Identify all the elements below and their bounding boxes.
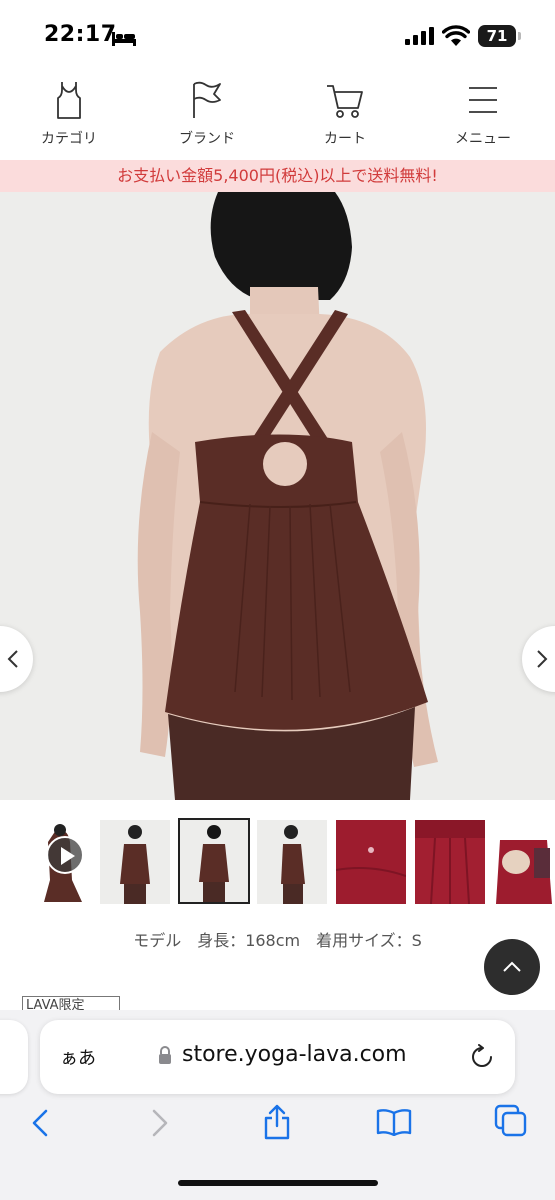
- tabs-icon[interactable]: [494, 1104, 528, 1138]
- flag-icon: [193, 81, 221, 118]
- previous-tab-peek[interactable]: [0, 1020, 28, 1094]
- battery-icon: 71: [478, 25, 516, 47]
- sleep-bed-icon: [112, 32, 136, 46]
- site-header: カテゴリ ブランド カート メニュー: [0, 70, 555, 160]
- page-settings-button[interactable]: ぁあ: [60, 1044, 96, 1070]
- wifi-icon: [442, 25, 470, 46]
- thumbnail-side[interactable]: [257, 820, 327, 904]
- nav-brand[interactable]: ブランド: [152, 80, 262, 148]
- nav-cart-label: カート: [324, 131, 366, 147]
- lock-icon: [159, 1046, 171, 1064]
- thumbnail-detail-padding[interactable]: [492, 820, 555, 904]
- product-image-carousel[interactable]: [0, 192, 555, 800]
- back-icon[interactable]: [30, 1108, 50, 1138]
- address-bar[interactable]: ぁあ store.yoga-lava.com: [40, 1020, 515, 1094]
- play-video-button[interactable]: [46, 836, 84, 874]
- signal-icon: [405, 27, 434, 45]
- chevron-left-icon: [7, 650, 18, 668]
- forward-icon[interactable]: [150, 1108, 170, 1138]
- hamburger-menu-icon: [469, 87, 497, 113]
- lava-exclusive-badge: LAVA限定: [22, 996, 120, 1010]
- thumbnail-front[interactable]: [100, 820, 170, 904]
- tank-top-icon: [57, 82, 81, 119]
- free-shipping-banner[interactable]: お支払い金額5,400円(税込)以上で送料無料!: [0, 160, 555, 192]
- chevron-right-icon: [537, 650, 548, 668]
- status-bar: 22:17 71: [0, 0, 555, 70]
- nav-brand-label: ブランド: [179, 131, 235, 147]
- thumbnail-detail-fabric[interactable]: [336, 820, 406, 904]
- product-photo: [137, 192, 438, 800]
- cart-icon: [327, 85, 363, 118]
- share-icon[interactable]: [262, 1104, 292, 1140]
- nav-menu[interactable]: メニュー: [428, 80, 538, 148]
- nav-menu-label: メニュー: [455, 131, 511, 147]
- thumbnail-back[interactable]: [178, 818, 250, 904]
- nav-category[interactable]: カテゴリ: [14, 80, 124, 148]
- browser-toolbar: ぁあ store.yoga-lava.com: [0, 1010, 555, 1200]
- home-indicator: [178, 1180, 378, 1186]
- nav-cart[interactable]: カート: [290, 80, 400, 148]
- lava-exclusive-label: LAVA限定: [22, 996, 120, 1010]
- model-info-text: モデル 身長：168cm 着用サイズ：S: [133, 931, 422, 950]
- thumbnail-strip: [0, 816, 555, 908]
- nav-category-label: カテゴリ: [41, 131, 97, 147]
- bookmarks-icon[interactable]: [376, 1108, 412, 1136]
- url-text[interactable]: store.yoga-lava.com: [182, 1042, 407, 1067]
- chevron-up-icon: [503, 961, 521, 972]
- scroll-to-top-button[interactable]: [484, 939, 540, 995]
- reload-icon[interactable]: [470, 1044, 494, 1070]
- thumbnail-detail-pleats[interactable]: [415, 820, 485, 904]
- battery-cap: [518, 32, 521, 40]
- status-time: 22:17: [44, 22, 117, 47]
